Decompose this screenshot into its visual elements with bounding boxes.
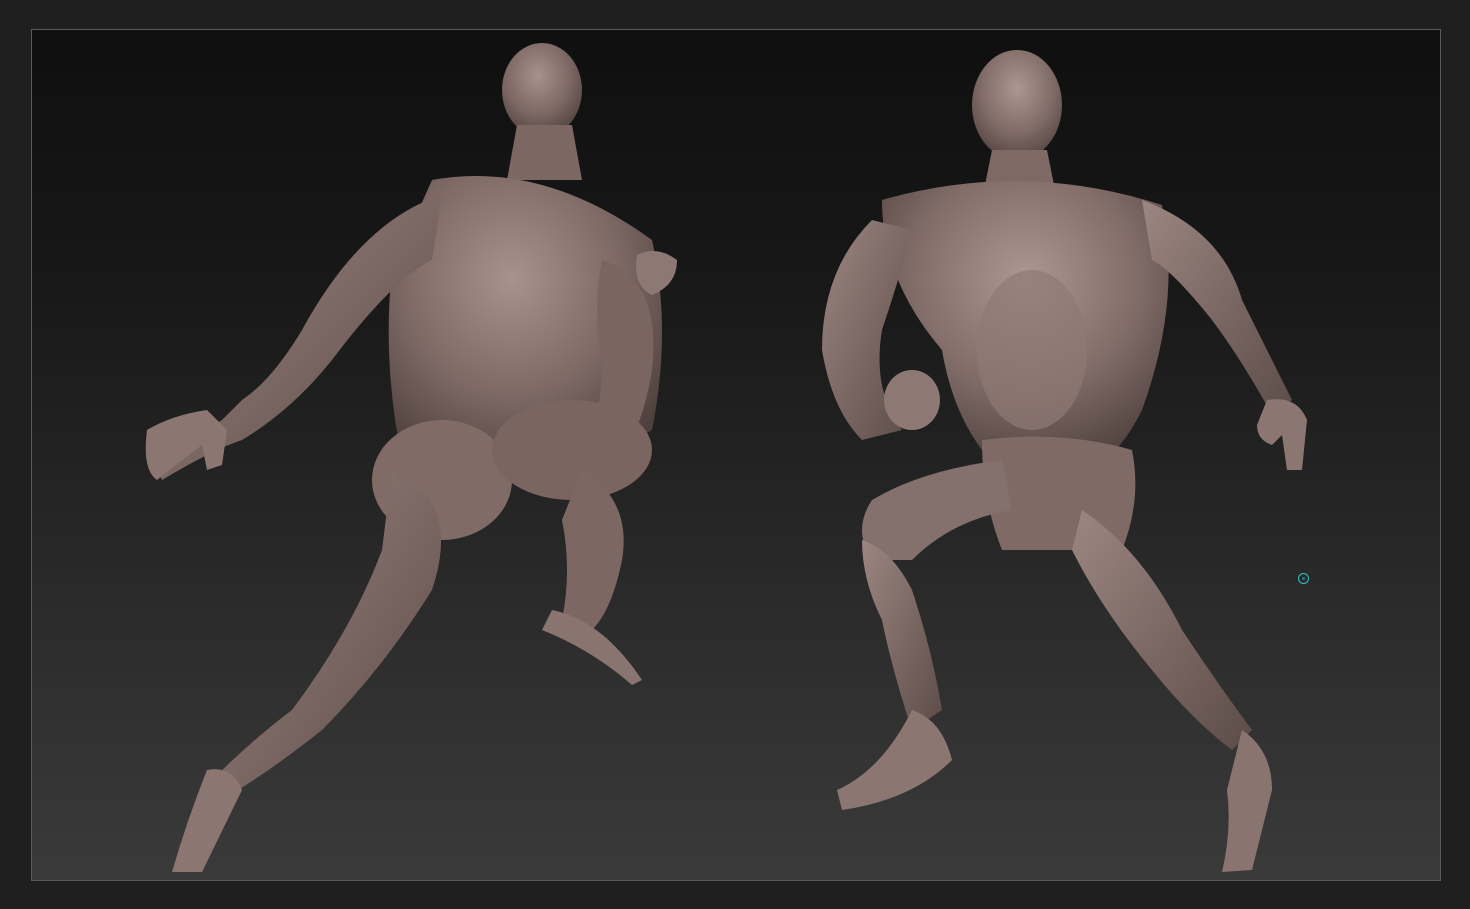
raised-thigh-shape: [862, 460, 1012, 560]
abdomen-shape: [977, 270, 1087, 430]
neck-shape: [507, 125, 582, 180]
document-canvas[interactable]: [31, 29, 1441, 881]
raised-shin-shape: [862, 540, 942, 730]
sculpt-model-front-view[interactable]: [802, 30, 1322, 881]
raised-knee-shape: [492, 400, 652, 500]
back-leg-shape: [212, 470, 441, 800]
right-hand-shape: [1257, 399, 1307, 470]
back-leg-shape: [1072, 510, 1252, 750]
head-shape: [502, 43, 582, 137]
brush-cursor-icon: [1298, 573, 1309, 584]
head-shape: [972, 50, 1062, 160]
left-fist-shape: [884, 370, 940, 430]
zbrush-viewport-window: [0, 0, 1470, 909]
raised-foot-shape: [837, 710, 952, 810]
back-foot-shape: [172, 769, 242, 872]
back-foot-shape: [1222, 730, 1272, 872]
sculpt-model-back-view[interactable]: [132, 30, 692, 881]
left-hand-shape: [145, 410, 227, 480]
